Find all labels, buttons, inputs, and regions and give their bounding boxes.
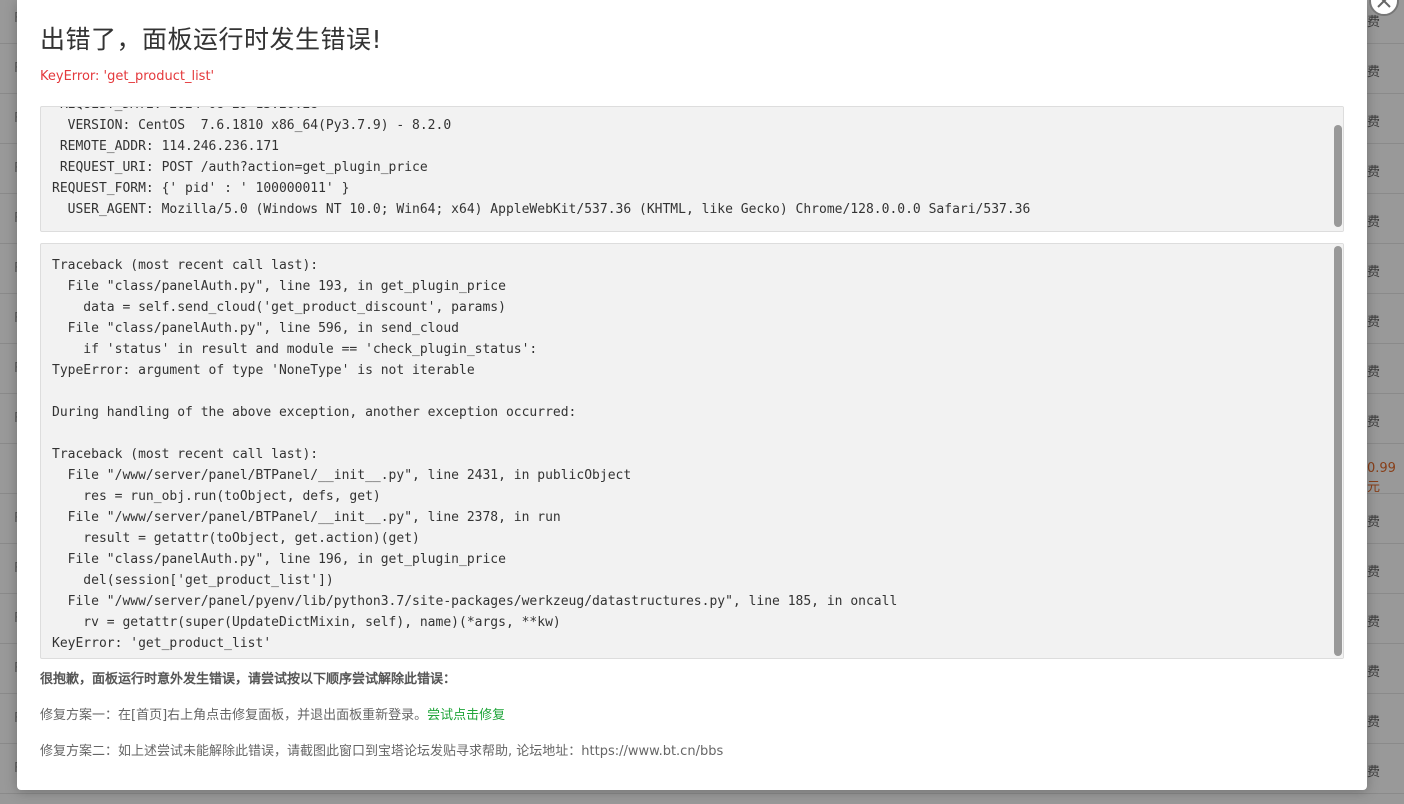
scrollbar-thumb[interactable] (1334, 246, 1342, 656)
request-info-box[interactable]: REQUEST_DATE: 2024-08-29 13:26:28 VERSIO… (40, 106, 1344, 232)
fix-option-one: 修复方案一：在[首页]右上角点击修复面板，并退出面板重新登录。尝试点击修复 (40, 704, 505, 723)
fix-option-two: 修复方案二：如上述尝试未能解除此错误，请截图此窗口到宝塔论坛发贴寻求帮助, 论坛… (40, 744, 724, 759)
error-message: KeyError: 'get_product_list' (40, 69, 215, 84)
request-info-scrollbar[interactable] (1333, 107, 1343, 231)
apology-text: 很抱歉，面板运行时意外发生错误，请尝试按以下顺序尝试解除此错误： (40, 672, 457, 687)
error-dialog: 出错了，面板运行时发生错误! KeyError: 'get_product_li… (17, 0, 1399, 790)
fix-option-one-text: 修复方案一：在[首页]右上角点击修复面板，并退出面板重新登录。 (40, 708, 428, 723)
scrollbar-thumb[interactable] (1334, 125, 1342, 227)
request-info-text: REQUEST_DATE: 2024-08-29 13:26:28 VERSIO… (52, 107, 1031, 217)
traceback-text: Traceback (most recent call last): File … (52, 258, 898, 651)
traceback-scrollbar[interactable] (1333, 244, 1343, 658)
traceback-box[interactable]: Traceback (most recent call last): File … (40, 243, 1344, 659)
repair-link[interactable]: 尝试点击修复 (427, 708, 505, 723)
close-icon (1377, 0, 1391, 8)
dialog-title: 出错了，面板运行时发生错误! (40, 25, 383, 54)
